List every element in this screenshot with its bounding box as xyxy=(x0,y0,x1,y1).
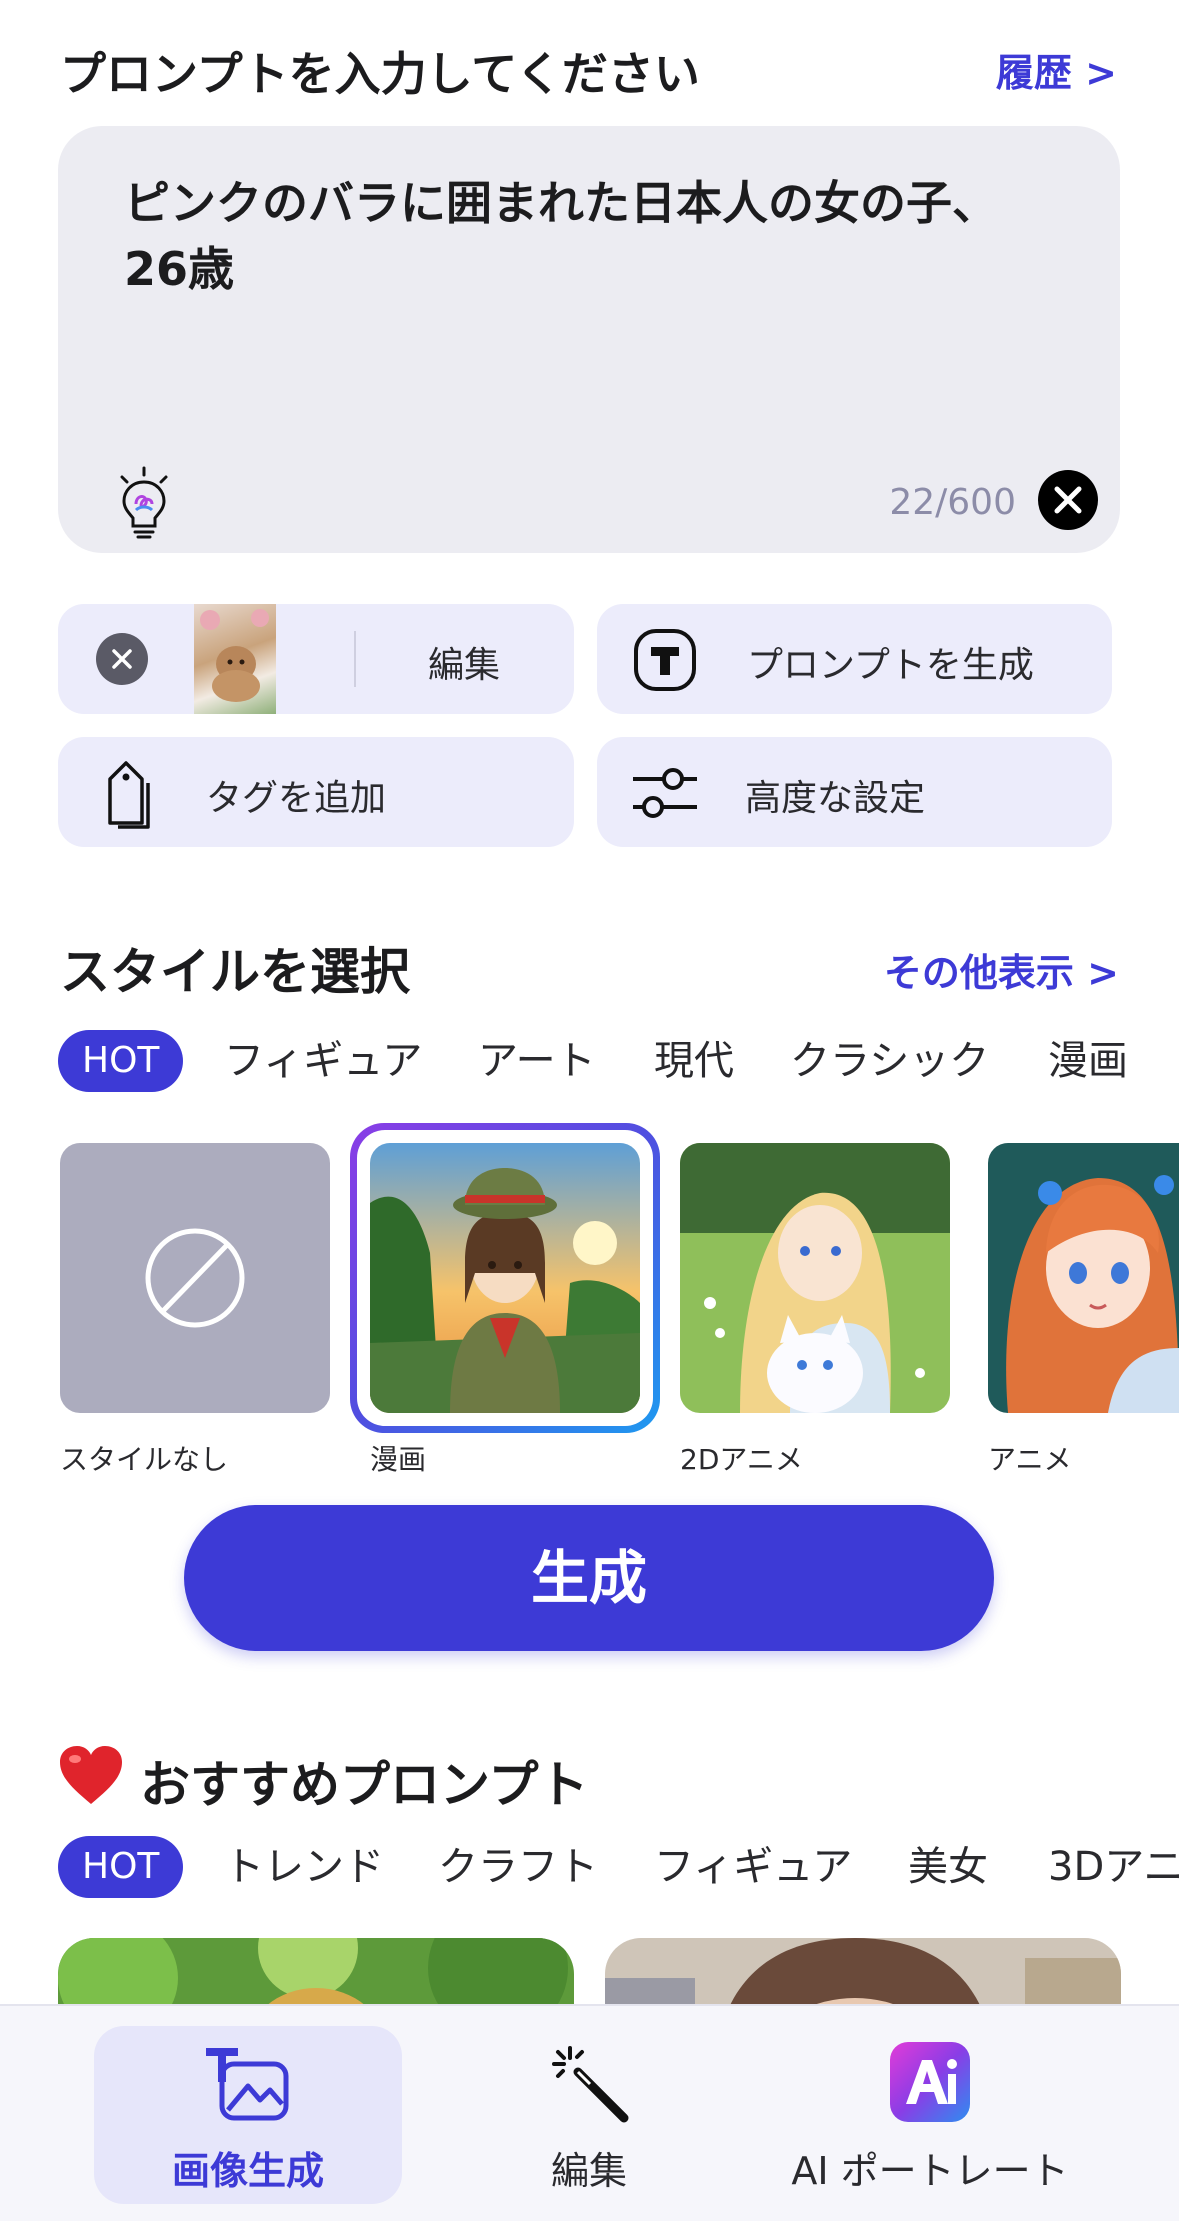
reference-image-card[interactable]: 編集 xyxy=(58,604,574,714)
nav-item-image-generation[interactable]: 画像生成 xyxy=(94,2026,402,2204)
remove-image-button[interactable] xyxy=(96,633,148,685)
style-tile-manga-selected-frame[interactable] xyxy=(350,1123,660,1433)
nav-item-ai-portrait[interactable]: AI ポートレート xyxy=(770,2026,1090,2204)
style-tab-classic[interactable]: クラシック xyxy=(790,1030,989,1092)
close-icon xyxy=(112,649,132,669)
style-tab-modern[interactable]: 現代 xyxy=(654,1030,734,1092)
generate-prompt-button[interactable]: プロンプトを生成 xyxy=(597,604,1112,714)
recommend-tab-figure[interactable]: フィギュア xyxy=(654,1836,852,1898)
style-tab-manga[interactable]: 漫画 xyxy=(1048,1030,1128,1092)
nav-label-edit: 編集 xyxy=(550,2149,627,2193)
prompt-text[interactable]: ピンクのバラに囲まれた日本人の女の子、 26歳 xyxy=(124,170,1064,302)
recommend-tab-3d-anime[interactable]: 3Dアニ xyxy=(1048,1836,1179,1898)
page-title: プロンプトを入力してください xyxy=(60,47,700,101)
history-link[interactable]: 履歴 > xyxy=(996,42,1117,97)
advanced-settings-label: 高度な設定 xyxy=(745,778,926,819)
prompt-text-line-2: 26歳 xyxy=(124,242,235,296)
style-label-2d-anime: 2Dアニメ xyxy=(680,1443,803,1476)
style-tab-hot[interactable]: HOT xyxy=(58,1030,184,1092)
divider xyxy=(354,631,356,687)
style-tab-figure[interactable]: フィギュア xyxy=(224,1030,422,1092)
ai-portrait-icon xyxy=(890,2042,970,2122)
no-style-icon xyxy=(145,1228,245,1328)
generate-button[interactable]: 生成 xyxy=(184,1505,994,1651)
style-tile-none[interactable] xyxy=(60,1143,330,1413)
character-counter: 22/600 xyxy=(889,482,1016,523)
reference-image-thumbnail xyxy=(194,604,276,714)
style-tile-manga xyxy=(370,1143,640,1413)
sliders-icon xyxy=(631,765,697,821)
text-t-icon xyxy=(633,628,697,692)
magic-wand-icon xyxy=(550,2044,630,2124)
tag-icon xyxy=(104,757,156,829)
prompt-input-box[interactable]: ピンクのバラに囲まれた日本人の女の子、 26歳 22/600 xyxy=(58,126,1120,553)
style-tile-anime[interactable] xyxy=(988,1143,1179,1413)
prompt-text-line-1: ピンクのバラに囲まれた日本人の女の子、 xyxy=(124,176,998,230)
edit-image-label: 編集 xyxy=(428,645,501,686)
style-tab-art[interactable]: アート xyxy=(478,1030,596,1092)
style-tile-2d-anime[interactable] xyxy=(680,1143,950,1413)
lightbulb-icon[interactable] xyxy=(114,466,174,540)
style-label-manga: 漫画 xyxy=(370,1443,427,1476)
recommend-tab-craft[interactable]: クラフト xyxy=(438,1836,598,1898)
close-icon xyxy=(1054,486,1082,514)
text-to-image-icon xyxy=(202,2042,292,2122)
style-section-title: スタイルを選択 xyxy=(60,943,410,1001)
add-tag-button[interactable]: タグを追加 xyxy=(58,737,574,847)
bottom-navigation: 画像生成 編集 AI ポートレート xyxy=(0,2004,1179,2221)
show-more-styles-link[interactable]: その他表示 > xyxy=(884,942,1119,997)
nav-item-edit[interactable]: 編集 xyxy=(460,2026,718,2204)
nav-label-ai-portrait: AI ポートレート xyxy=(791,2149,1069,2193)
recommend-tab-beauty[interactable]: 美女 xyxy=(908,1836,988,1898)
style-label-anime: アニメ xyxy=(988,1443,1072,1476)
recommend-tab-hot[interactable]: HOT xyxy=(58,1836,184,1898)
add-tag-label: タグを追加 xyxy=(206,778,387,819)
recommend-tab-trend[interactable]: トレンド xyxy=(224,1836,384,1898)
recommend-section-title: おすすめプロンプト xyxy=(140,1756,589,1814)
nav-label-image-generation: 画像生成 xyxy=(171,2149,324,2193)
style-label-none: スタイルなし xyxy=(60,1443,229,1476)
advanced-settings-button[interactable]: 高度な設定 xyxy=(597,737,1112,847)
clear-prompt-button[interactable] xyxy=(1038,470,1098,530)
heart-icon xyxy=(58,1744,124,1808)
generate-prompt-label: プロンプトを生成 xyxy=(747,645,1034,686)
